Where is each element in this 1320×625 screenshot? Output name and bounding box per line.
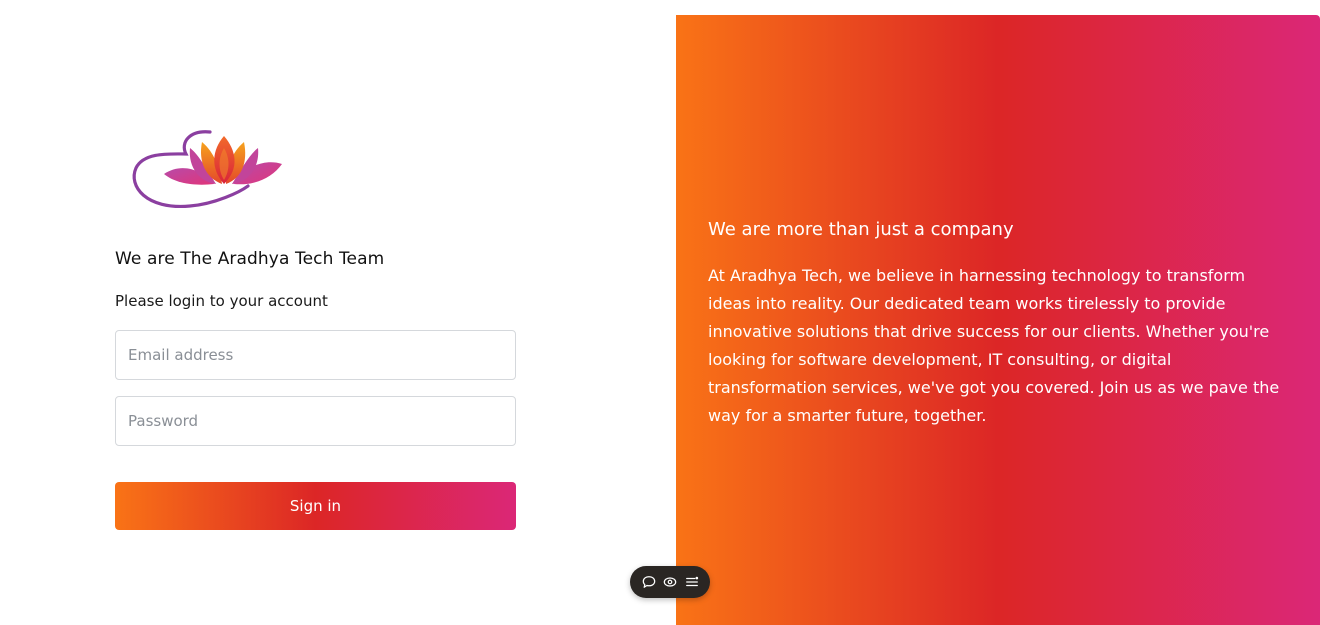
brand-heading: We are The Aradhya Tech Team	[115, 249, 385, 269]
comment-icon[interactable]	[640, 573, 658, 591]
floating-toolbar	[630, 566, 710, 598]
menu-icon[interactable]	[683, 573, 701, 591]
email-field[interactable]	[115, 330, 516, 380]
lotus-logo	[132, 130, 282, 208]
promo-body: At Aradhya Tech, we believe in harnessin…	[708, 266, 1280, 425]
promo-headline: We are more than just a company	[708, 219, 1014, 240]
sign-in-button[interactable]: Sign in	[115, 482, 516, 530]
eye-icon[interactable]	[661, 573, 679, 591]
login-page: We are The Aradhya Tech Team Please logi…	[0, 0, 1320, 625]
password-field[interactable]	[115, 396, 516, 446]
promo-panel: We are more than just a company At Aradh…	[676, 15, 1320, 625]
login-panel: We are The Aradhya Tech Team Please logi…	[0, 0, 676, 625]
login-subheading: Please login to your account	[115, 292, 328, 310]
